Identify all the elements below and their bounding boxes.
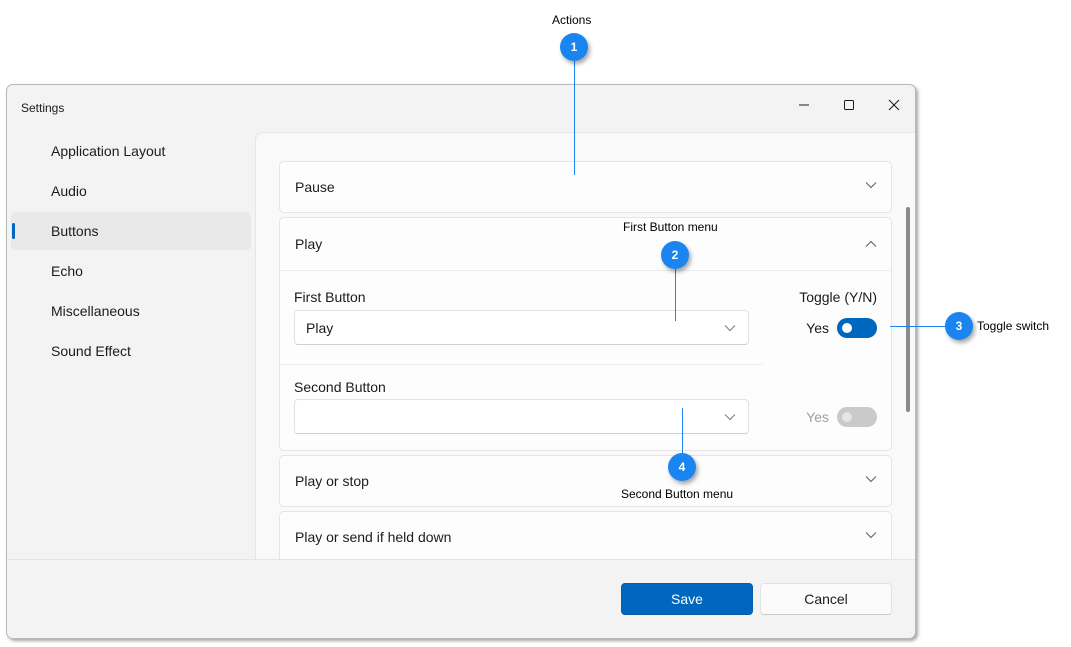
first-button-dropdown[interactable]: Play: [294, 310, 749, 345]
sidebar-item-label: Audio: [51, 183, 87, 199]
close-icon: [888, 99, 900, 111]
expander-pause: Pause: [279, 161, 892, 213]
maximize-icon: [844, 100, 854, 110]
sidebar-item-label: Buttons: [51, 223, 99, 239]
expander-title: Play or send if held down: [295, 529, 452, 545]
callout-line-3: [890, 326, 945, 327]
sidebar-item-label: Echo: [51, 263, 83, 279]
chevron-down-icon: [865, 532, 877, 539]
sidebar-item-sound-effect[interactable]: Sound Effect: [11, 332, 251, 370]
expander-play-or-send: Play or send if held down: [279, 511, 892, 559]
sidebar-item-label: Application Layout: [51, 143, 166, 159]
callout-label-first-button-menu: First Button menu: [623, 220, 718, 234]
sidebar-item-application-layout[interactable]: Application Layout: [11, 132, 251, 170]
expander-play-or-stop: Play or stop: [279, 455, 892, 507]
expander-header-play-or-stop[interactable]: Play or stop: [280, 456, 891, 506]
callout-label-toggle-switch: Toggle switch: [977, 319, 1050, 333]
settings-content: Pause Play First Button Play Second Butt…: [255, 132, 915, 559]
chevron-up-icon: [865, 240, 877, 247]
sidebar-item-buttons[interactable]: Buttons: [11, 212, 251, 250]
callout-badge-1: 1: [560, 33, 588, 61]
save-button[interactable]: Save: [621, 583, 753, 615]
expander-title: Play: [295, 236, 323, 252]
callout-line-1: [574, 61, 575, 175]
callout-line-2: [675, 269, 676, 321]
expander-title: Pause: [295, 179, 335, 195]
first-toggle-switch[interactable]: [837, 318, 877, 338]
callout-label-second-button-menu: Second Button menu: [621, 487, 734, 501]
expander-title: Play or stop: [295, 473, 369, 489]
chevron-down-icon: [724, 325, 736, 332]
expander-header-play[interactable]: Play: [280, 218, 891, 270]
callout-badge-3: 3: [945, 312, 973, 340]
minimize-icon: [799, 104, 809, 106]
close-button[interactable]: [871, 91, 915, 119]
chevron-down-icon: [724, 414, 736, 421]
toggle-knob: [842, 323, 852, 333]
chevron-down-icon: [865, 182, 877, 189]
second-button-dropdown[interactable]: [294, 399, 749, 434]
expander-play: Play First Button Play Second Button Tog…: [279, 217, 892, 451]
first-toggle-row: Yes: [806, 318, 877, 338]
settings-window: Settings Application Layout Audio Button…: [6, 84, 916, 639]
first-toggle-label: Yes: [806, 320, 829, 336]
window-title: Settings: [21, 101, 65, 115]
vertical-scrollbar[interactable]: [906, 207, 910, 412]
chevron-down-icon: [865, 476, 877, 483]
toggle-column-header: Toggle (Y/N): [799, 289, 877, 305]
second-button-label: Second Button: [294, 379, 386, 395]
second-toggle-label: Yes: [806, 409, 829, 425]
first-button-label: First Button: [294, 289, 366, 305]
minimize-button[interactable]: [781, 91, 827, 119]
callout-line-4: [682, 408, 683, 454]
toggle-knob: [842, 412, 852, 422]
expander-header-pause[interactable]: Pause: [280, 162, 891, 212]
callout-badge-4: 4: [668, 453, 696, 481]
sidebar-item-miscellaneous[interactable]: Miscellaneous: [11, 292, 251, 330]
callout-badge-2: 2: [661, 241, 689, 269]
sidebar-item-label: Sound Effect: [51, 343, 131, 359]
sidebar-nav: Application Layout Audio Buttons Echo Mi…: [11, 132, 251, 372]
row-divider: [280, 364, 763, 365]
expander-body-play: First Button Play Second Button Toggle (…: [280, 270, 891, 450]
dialog-footer: Save Cancel: [7, 559, 915, 638]
sidebar-item-audio[interactable]: Audio: [11, 172, 251, 210]
maximize-button[interactable]: [826, 91, 872, 119]
sidebar-item-label: Miscellaneous: [51, 303, 140, 319]
second-toggle-row: Yes: [806, 407, 877, 427]
first-button-value: Play: [306, 319, 334, 336]
sidebar-item-echo[interactable]: Echo: [11, 252, 251, 290]
cancel-button[interactable]: Cancel: [760, 583, 892, 615]
callout-label-actions: Actions: [552, 13, 592, 27]
second-toggle-switch[interactable]: [837, 407, 877, 427]
expander-header-play-or-send[interactable]: Play or send if held down: [280, 512, 891, 559]
